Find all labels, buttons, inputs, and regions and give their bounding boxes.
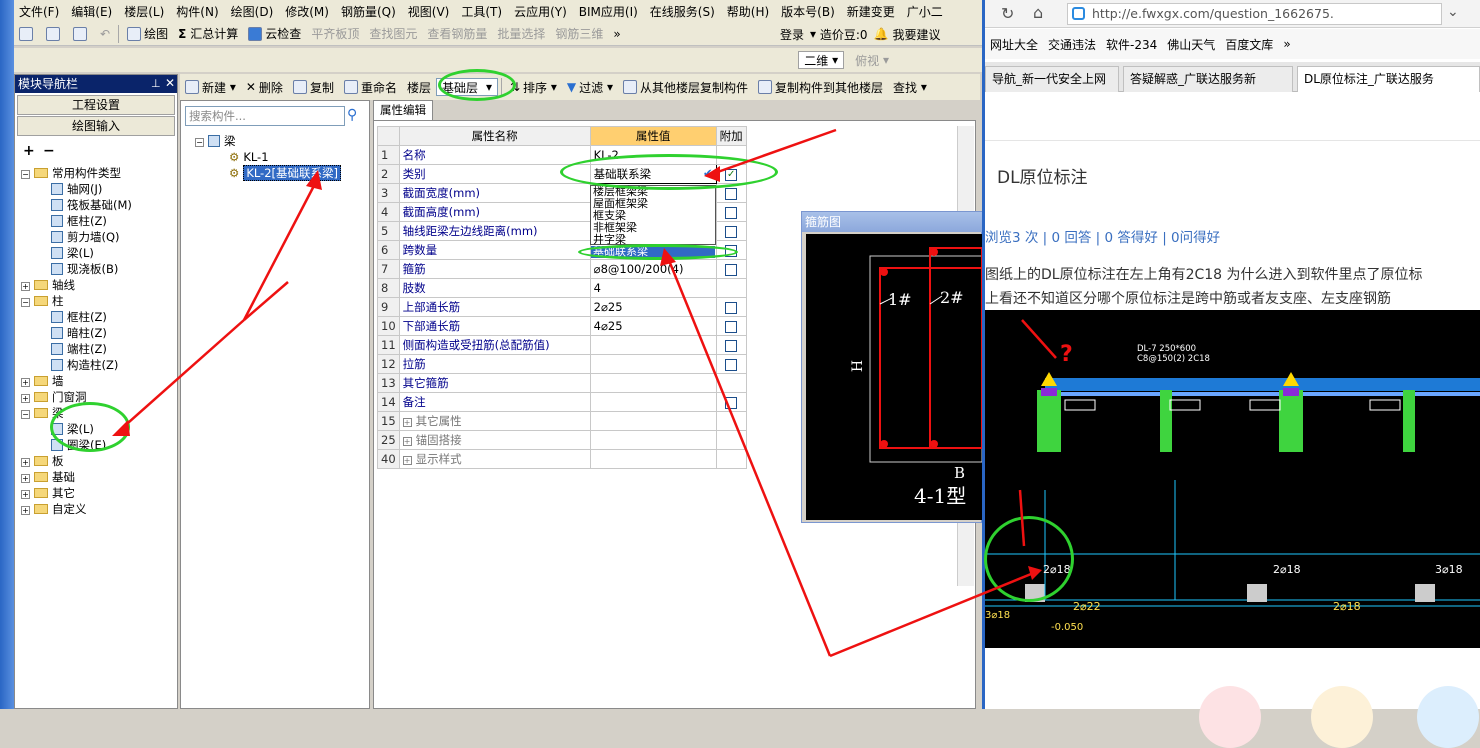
annotation-arrows [112, 128, 1057, 658]
question-mark-annotation: ? [1060, 342, 1073, 367]
